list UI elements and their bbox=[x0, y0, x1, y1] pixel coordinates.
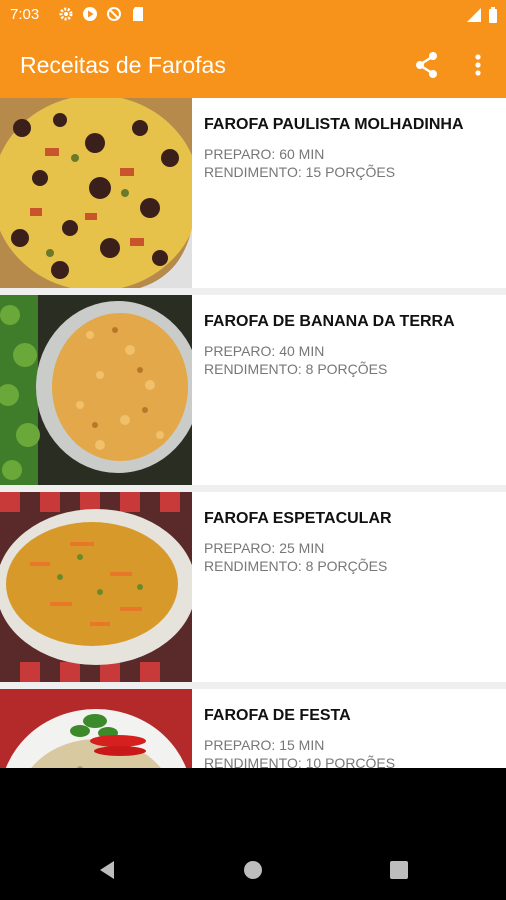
recipe-prep-time: PREPARO: 25 MIN bbox=[204, 540, 325, 556]
recipe-yield: RENDIMENTO: 8 PORÇÕES bbox=[204, 361, 388, 377]
recipe-list[interactable]: FAROFA PAULISTA MOLHADINHA PREPARO: 60 M… bbox=[0, 98, 506, 768]
recipe-title: FAROFA ESPETACULAR bbox=[204, 510, 392, 527]
sd-card-icon bbox=[130, 6, 146, 22]
recipe-title: FAROFA DE FESTA bbox=[204, 707, 351, 724]
play-icon bbox=[82, 6, 98, 22]
back-icon[interactable] bbox=[96, 858, 120, 882]
signal-icon bbox=[466, 7, 482, 28]
recipe-card[interactable]: FAROFA PAULISTA MOLHADINHA PREPARO: 60 M… bbox=[0, 98, 506, 288]
recipe-thumbnail bbox=[0, 689, 192, 768]
recipe-thumbnail bbox=[0, 98, 192, 288]
status-bar: 7:03 bbox=[0, 0, 506, 30]
status-time: 7:03 bbox=[10, 6, 40, 23]
recipe-card[interactable]: FAROFA DE FESTA PREPARO: 15 MIN RENDIMEN… bbox=[0, 689, 506, 768]
recents-icon[interactable] bbox=[387, 858, 411, 882]
recipe-prep-time: PREPARO: 60 MIN bbox=[204, 146, 325, 162]
home-icon[interactable] bbox=[241, 858, 265, 882]
navigation-bar bbox=[0, 768, 506, 900]
app-bar: Receitas de Farofas bbox=[0, 30, 506, 98]
recipe-title: FAROFA PAULISTA MOLHADINHA bbox=[204, 116, 464, 133]
recipe-thumbnail bbox=[0, 492, 192, 682]
recipe-thumbnail bbox=[0, 295, 192, 485]
settings-icon bbox=[58, 6, 74, 22]
recipe-card[interactable]: FAROFA ESPETACULAR PREPARO: 25 MIN RENDI… bbox=[0, 492, 506, 682]
share-icon[interactable] bbox=[412, 50, 442, 80]
app-title: Receitas de Farofas bbox=[20, 52, 226, 78]
battery-icon bbox=[488, 7, 498, 28]
recipe-card[interactable]: FAROFA DE BANANA DA TERRA PREPARO: 40 MI… bbox=[0, 295, 506, 485]
recipe-prep-time: PREPARO: 40 MIN bbox=[204, 343, 325, 359]
recipe-yield: RENDIMENTO: 8 PORÇÕES bbox=[204, 558, 388, 574]
blocked-icon bbox=[106, 6, 122, 22]
recipe-prep-time: PREPARO: 15 MIN bbox=[204, 737, 325, 753]
recipe-yield: RENDIMENTO: 15 PORÇÕES bbox=[204, 164, 396, 180]
recipe-yield: RENDIMENTO: 10 PORÇÕES bbox=[204, 755, 396, 768]
recipe-title: FAROFA DE BANANA DA TERRA bbox=[204, 313, 455, 330]
more-vert-icon[interactable] bbox=[468, 50, 488, 80]
